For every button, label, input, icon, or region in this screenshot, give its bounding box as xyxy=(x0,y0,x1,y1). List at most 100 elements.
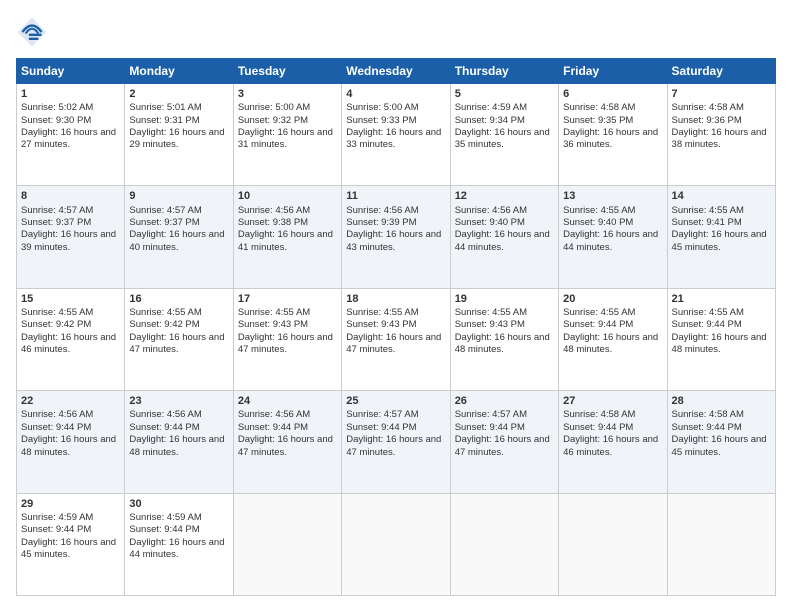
calendar-day-header: Tuesday xyxy=(233,59,341,84)
sunrise-text: Sunrise: 4:55 AM xyxy=(21,307,120,319)
sunrise-text: Sunrise: 4:55 AM xyxy=(455,307,554,319)
calendar-cell: 6Sunrise: 4:58 AMSunset: 9:35 PMDaylight… xyxy=(559,84,667,186)
calendar-cell xyxy=(450,493,558,595)
day-number: 28 xyxy=(672,394,771,408)
sunrise-text: Sunrise: 4:59 AM xyxy=(129,512,228,524)
calendar-cell: 13Sunrise: 4:55 AMSunset: 9:40 PMDayligh… xyxy=(559,186,667,288)
day-number: 21 xyxy=(672,292,771,306)
sunrise-text: Sunrise: 4:56 AM xyxy=(455,205,554,217)
calendar-cell: 10Sunrise: 4:56 AMSunset: 9:38 PMDayligh… xyxy=(233,186,341,288)
calendar-cell: 22Sunrise: 4:56 AMSunset: 9:44 PMDayligh… xyxy=(17,391,125,493)
daylight-text: Daylight: 16 hours and 48 minutes. xyxy=(21,434,120,459)
calendar-cell: 17Sunrise: 4:55 AMSunset: 9:43 PMDayligh… xyxy=(233,288,341,390)
calendar-cell: 19Sunrise: 4:55 AMSunset: 9:43 PMDayligh… xyxy=(450,288,558,390)
day-number: 27 xyxy=(563,394,662,408)
daylight-text: Daylight: 16 hours and 48 minutes. xyxy=(455,332,554,357)
sunrise-text: Sunrise: 4:57 AM xyxy=(455,409,554,421)
calendar-cell: 2Sunrise: 5:01 AMSunset: 9:31 PMDaylight… xyxy=(125,84,233,186)
daylight-text: Daylight: 16 hours and 44 minutes. xyxy=(455,229,554,254)
sunset-text: Sunset: 9:44 PM xyxy=(455,422,554,434)
day-number: 8 xyxy=(21,189,120,203)
sunset-text: Sunset: 9:44 PM xyxy=(563,422,662,434)
day-number: 5 xyxy=(455,87,554,101)
daylight-text: Daylight: 16 hours and 39 minutes. xyxy=(21,229,120,254)
daylight-text: Daylight: 16 hours and 46 minutes. xyxy=(563,434,662,459)
daylight-text: Daylight: 16 hours and 29 minutes. xyxy=(129,127,228,152)
calendar-day-header: Thursday xyxy=(450,59,558,84)
day-number: 1 xyxy=(21,87,120,101)
daylight-text: Daylight: 16 hours and 47 minutes. xyxy=(455,434,554,459)
sunset-text: Sunset: 9:40 PM xyxy=(563,217,662,229)
day-number: 20 xyxy=(563,292,662,306)
daylight-text: Daylight: 16 hours and 41 minutes. xyxy=(238,229,337,254)
sunset-text: Sunset: 9:43 PM xyxy=(346,319,445,331)
calendar-cell: 9 Sunrise: 4:57 AMSunset: 9:37 PMDaylight… xyxy=(125,186,233,288)
day-number: 12 xyxy=(455,189,554,203)
calendar-cell: 30Sunrise: 4:59 AMSunset: 9:44 PMDayligh… xyxy=(125,493,233,595)
calendar-cell: 12 Sunrise: 4:56 AMSunset: 9:40 PMDayligh… xyxy=(450,186,558,288)
daylight-text: Daylight: 16 hours and 47 minutes. xyxy=(238,434,337,459)
daylight-text: Daylight: 16 hours and 48 minutes. xyxy=(129,434,228,459)
day-number: 30 xyxy=(129,497,228,511)
calendar-cell: 24Sunrise: 4:56 AMSunset: 9:44 PMDayligh… xyxy=(233,391,341,493)
calendar-cell: 25Sunrise: 4:57 AMSunset: 9:44 PMDayligh… xyxy=(342,391,450,493)
calendar-cell xyxy=(342,493,450,595)
sunset-text: Sunset: 9:44 PM xyxy=(563,319,662,331)
day-number: 19 xyxy=(455,292,554,306)
calendar-day-header: Wednesday xyxy=(342,59,450,84)
calendar-cell xyxy=(233,493,341,595)
daylight-text: Daylight: 16 hours and 47 minutes. xyxy=(129,332,228,357)
calendar-week-row: 8Sunrise: 4:57 AMSunset: 9:37 PMDaylight… xyxy=(17,186,776,288)
sunrise-text: Sunrise: 4:55 AM xyxy=(238,307,337,319)
day-number: 9 xyxy=(129,189,228,203)
sunrise-text: Sunrise: 4:55 AM xyxy=(672,205,771,217)
calendar-cell: 21Sunrise: 4:55 AMSunset: 9:44 PMDayligh… xyxy=(667,288,775,390)
sunset-text: Sunset: 9:40 PM xyxy=(455,217,554,229)
sunset-text: Sunset: 9:44 PM xyxy=(672,422,771,434)
sunset-text: Sunset: 9:44 PM xyxy=(346,422,445,434)
calendar-cell: 11Sunrise: 4:56 AMSunset: 9:39 PMDayligh… xyxy=(342,186,450,288)
calendar-cell: 15Sunrise: 4:55 AMSunset: 9:42 PMDayligh… xyxy=(17,288,125,390)
day-number: 22 xyxy=(21,394,120,408)
daylight-text: Daylight: 16 hours and 36 minutes. xyxy=(563,127,662,152)
sunrise-text: Sunrise: 5:01 AM xyxy=(129,102,228,114)
sunset-text: Sunset: 9:31 PM xyxy=(129,115,228,127)
sunset-text: Sunset: 9:42 PM xyxy=(129,319,228,331)
calendar-day-header: Saturday xyxy=(667,59,775,84)
daylight-text: Daylight: 16 hours and 47 minutes. xyxy=(238,332,337,357)
sunset-text: Sunset: 9:44 PM xyxy=(21,524,120,536)
calendar-cell: 7Sunrise: 4:58 AMSunset: 9:36 PMDaylight… xyxy=(667,84,775,186)
calendar-cell: 14Sunrise: 4:55 AMSunset: 9:41 PMDayligh… xyxy=(667,186,775,288)
sunset-text: Sunset: 9:43 PM xyxy=(455,319,554,331)
day-number: 24 xyxy=(238,394,337,408)
sunrise-text: Sunrise: 4:58 AM xyxy=(563,409,662,421)
calendar-cell: 3Sunrise: 5:00 AMSunset: 9:32 PMDaylight… xyxy=(233,84,341,186)
sunrise-text: Sunrise: 4:56 AM xyxy=(238,205,337,217)
calendar-cell: 8Sunrise: 4:57 AMSunset: 9:37 PMDaylight… xyxy=(17,186,125,288)
sunrise-text: Sunrise: 4:56 AM xyxy=(129,409,228,421)
sunrise-text: Sunrise: 4:57 AM xyxy=(21,205,120,217)
daylight-text: Daylight: 16 hours and 40 minutes. xyxy=(129,229,228,254)
calendar-cell xyxy=(667,493,775,595)
daylight-text: Daylight: 16 hours and 38 minutes. xyxy=(672,127,771,152)
header xyxy=(16,16,776,48)
calendar-cell: 29Sunrise: 4:59 AMSunset: 9:44 PMDayligh… xyxy=(17,493,125,595)
logo xyxy=(16,16,54,48)
day-number: 16 xyxy=(129,292,228,306)
day-number: 25 xyxy=(346,394,445,408)
sunset-text: Sunset: 9:44 PM xyxy=(129,524,228,536)
daylight-text: Daylight: 16 hours and 35 minutes. xyxy=(455,127,554,152)
calendar-cell: 23Sunrise: 4:56 AMSunset: 9:44 PMDayligh… xyxy=(125,391,233,493)
sunrise-text: Sunrise: 4:56 AM xyxy=(238,409,337,421)
day-number: 18 xyxy=(346,292,445,306)
sunrise-text: Sunrise: 4:57 AM xyxy=(129,205,228,217)
sunset-text: Sunset: 9:44 PM xyxy=(21,422,120,434)
sunrise-text: Sunrise: 4:56 AM xyxy=(21,409,120,421)
sunrise-text: Sunrise: 5:02 AM xyxy=(21,102,120,114)
day-number: 26 xyxy=(455,394,554,408)
sunset-text: Sunset: 9:32 PM xyxy=(238,115,337,127)
calendar-week-row: 1Sunrise: 5:02 AMSunset: 9:30 PMDaylight… xyxy=(17,84,776,186)
sunrise-text: Sunrise: 4:55 AM xyxy=(346,307,445,319)
sunset-text: Sunset: 9:37 PM xyxy=(129,217,228,229)
sunrise-text: Sunrise: 4:58 AM xyxy=(672,102,771,114)
